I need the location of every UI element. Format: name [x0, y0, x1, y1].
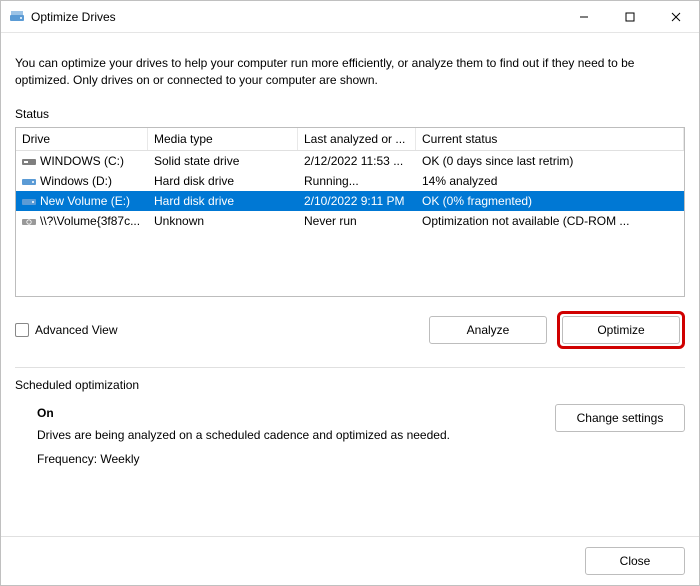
- drive-name: New Volume (E:): [40, 194, 130, 208]
- drive-status: OK (0 days since last retrim): [416, 152, 684, 170]
- column-drive[interactable]: Drive: [16, 128, 148, 150]
- change-settings-button[interactable]: Change settings: [555, 404, 685, 432]
- status-label: Status: [15, 107, 685, 121]
- drive-media: Solid state drive: [148, 152, 298, 170]
- column-last-analyzed[interactable]: Last analyzed or ...: [298, 128, 416, 150]
- drive-last-analyzed: 2/12/2022 11:53 ...: [298, 152, 416, 170]
- table-row[interactable]: \\?\Volume{3f87c... UnknownNever runOptim…: [16, 211, 684, 231]
- drive-status: 14% analyzed: [416, 172, 684, 190]
- maximize-button[interactable]: [607, 1, 653, 33]
- drive-media: Hard disk drive: [148, 172, 298, 190]
- drive-last-analyzed: Never run: [298, 212, 416, 230]
- drive-list-header: Drive Media type Last analyzed or ... Cu…: [16, 128, 684, 151]
- optimize-button[interactable]: Optimize: [562, 316, 680, 344]
- analyze-button[interactable]: Analyze: [429, 316, 547, 344]
- table-row[interactable]: WINDOWS (C:) Solid state drive2/12/2022 1…: [16, 151, 684, 171]
- column-status[interactable]: Current status: [416, 128, 684, 150]
- separator: [15, 367, 685, 368]
- drive-name: WINDOWS (C:): [40, 154, 124, 168]
- drive-status: Optimization not available (CD-ROM ...: [416, 212, 684, 230]
- drive-name: \\?\Volume{3f87c...: [40, 214, 140, 228]
- app-icon: [9, 9, 25, 25]
- footer: Close: [1, 536, 699, 585]
- scheduled-heading: Scheduled optimization: [15, 378, 685, 392]
- close-button[interactable]: Close: [585, 547, 685, 575]
- drive-icon: [22, 176, 36, 186]
- drive-icon: [22, 196, 36, 206]
- intro-text: You can optimize your drives to help you…: [15, 55, 685, 89]
- drive-icon: [22, 216, 36, 226]
- advanced-view-label: Advanced View: [35, 323, 118, 337]
- column-media[interactable]: Media type: [148, 128, 298, 150]
- drive-last-analyzed: 2/10/2022 9:11 PM: [298, 192, 416, 210]
- table-row[interactable]: Windows (D:) Hard disk driveRunning...14%…: [16, 171, 684, 191]
- scheduled-frequency: Frequency: Weekly: [37, 452, 555, 466]
- optimize-highlight: Optimize: [557, 311, 685, 349]
- scheduled-description: Drives are being analyzed on a scheduled…: [37, 428, 555, 442]
- scheduled-state: On: [37, 406, 555, 420]
- drive-status: OK (0% fragmented): [416, 192, 684, 210]
- drive-icon: [22, 156, 36, 166]
- advanced-view-checkbox[interactable]: [15, 323, 29, 337]
- minimize-button[interactable]: [561, 1, 607, 33]
- table-row[interactable]: New Volume (E:) Hard disk drive2/10/2022 …: [16, 191, 684, 211]
- drive-media: Hard disk drive: [148, 192, 298, 210]
- drive-media: Unknown: [148, 212, 298, 230]
- drive-list: Drive Media type Last analyzed or ... Cu…: [15, 127, 685, 297]
- window-title: Optimize Drives: [31, 10, 561, 24]
- drive-last-analyzed: Running...: [298, 172, 416, 190]
- drive-name: Windows (D:): [40, 174, 112, 188]
- close-window-button[interactable]: [653, 1, 699, 33]
- optimize-drives-window: Optimize Drives You can optimize your dr…: [0, 0, 700, 586]
- titlebar: Optimize Drives: [1, 1, 699, 33]
